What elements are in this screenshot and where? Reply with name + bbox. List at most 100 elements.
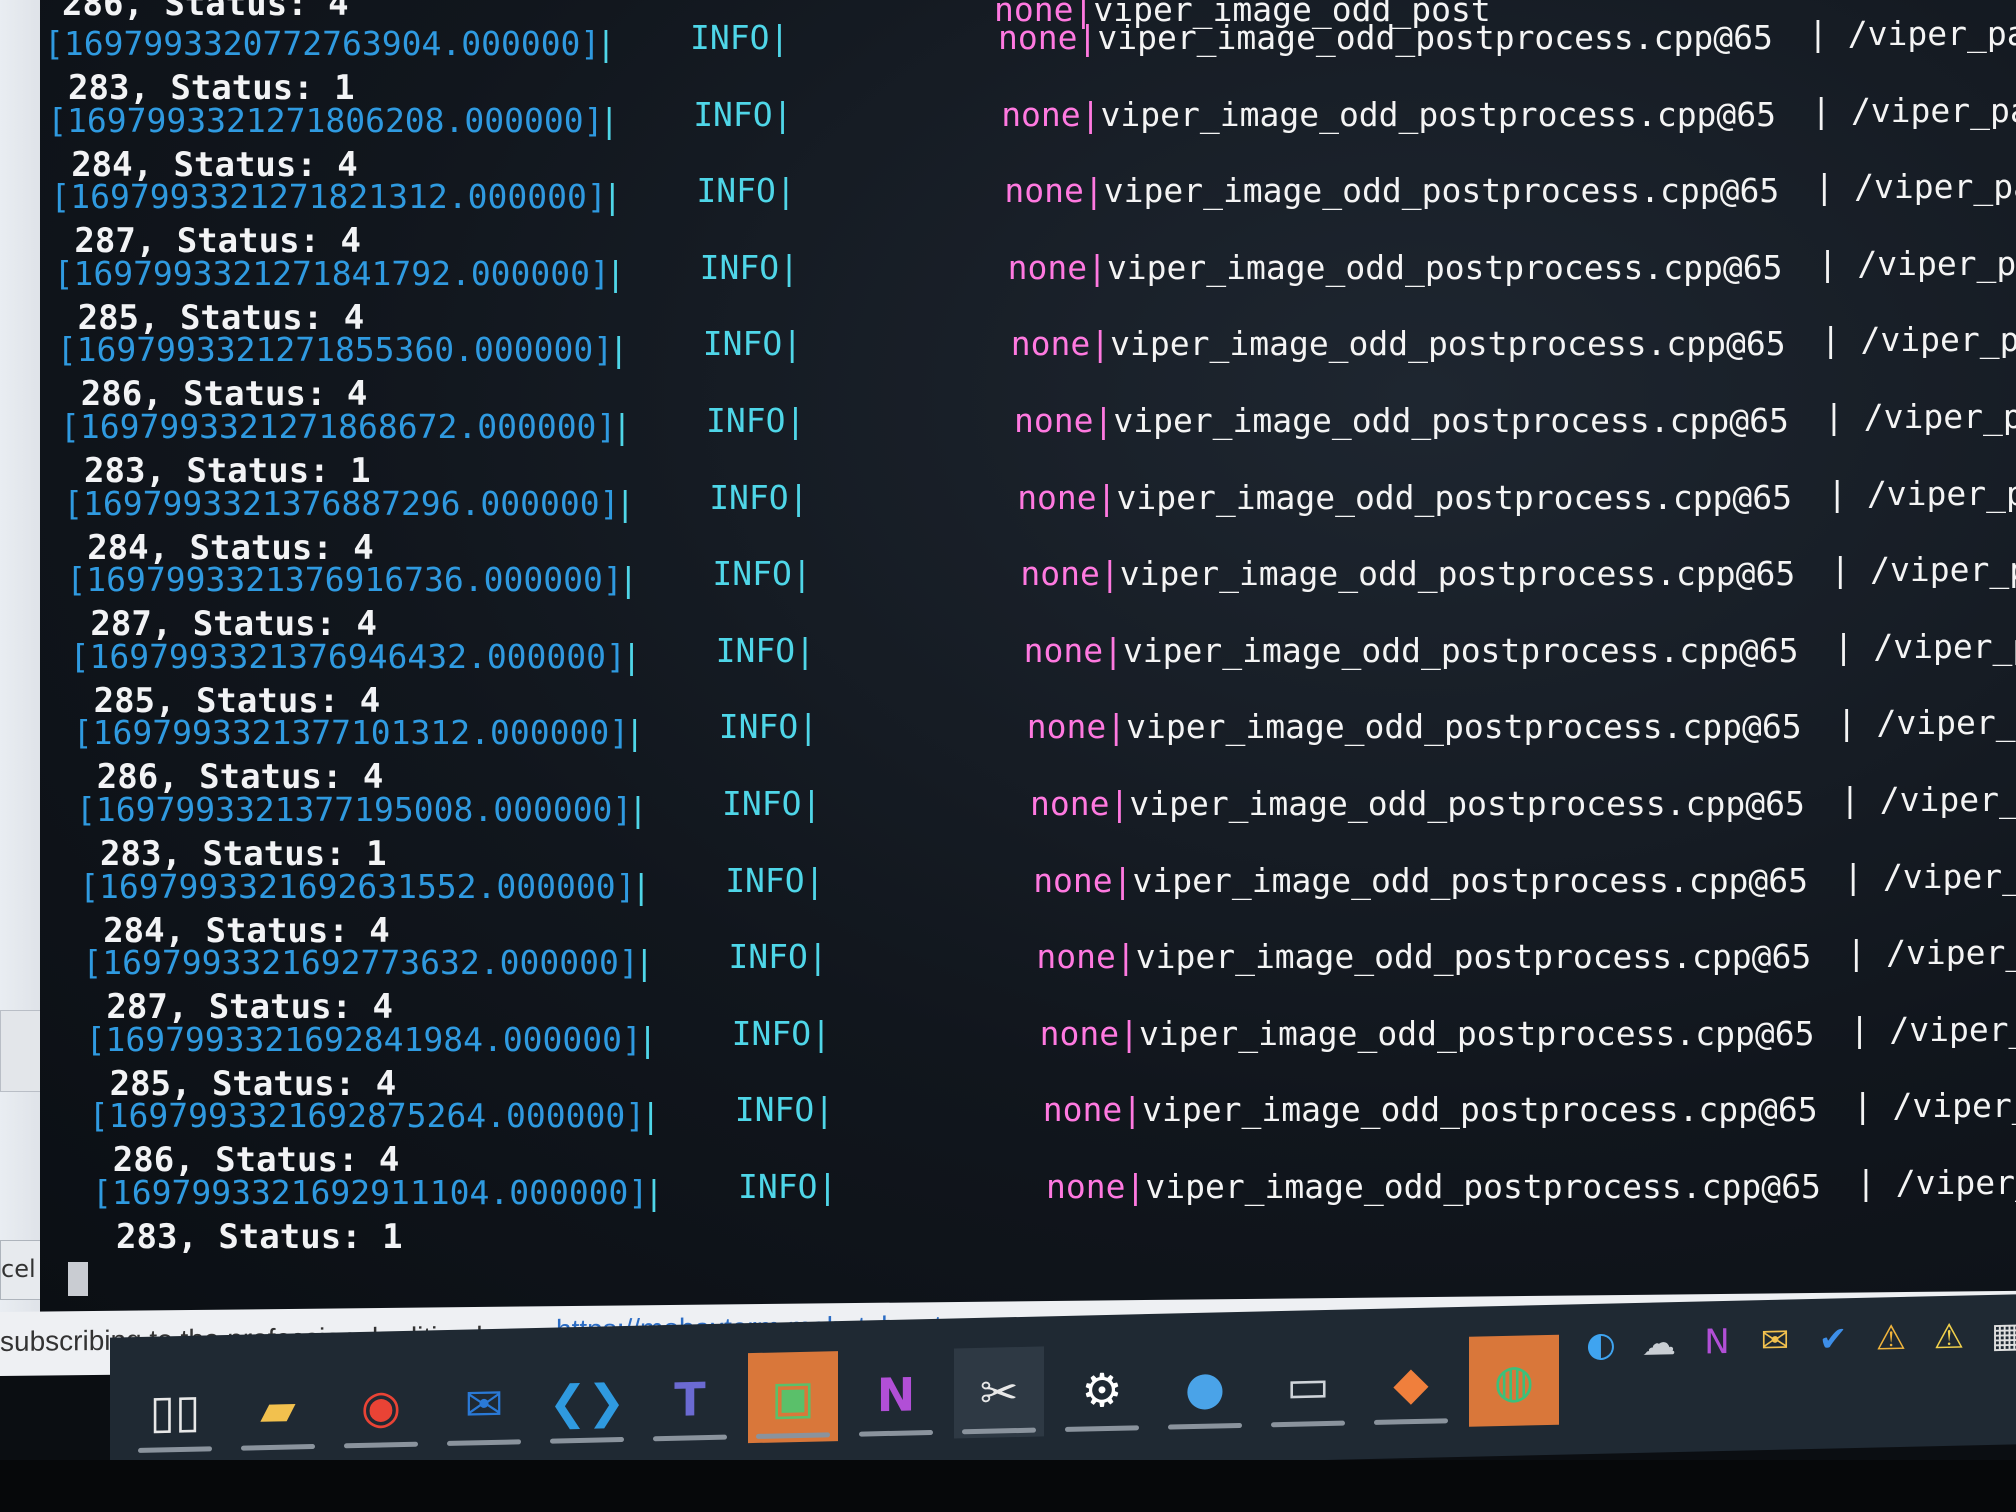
log-message: none|viper_image_odd_postprocess.cpp@65 [1024,631,1799,670]
settings-icon[interactable]: ⚙ [1057,1344,1147,1436]
log-row: [1697993321376887296.000000] | INFO| none|v… [40,474,2016,568]
network-warning-icon[interactable]: ⚠ [1870,1317,1912,1360]
onenote-icon[interactable]: N [851,1349,941,1441]
mail-icon[interactable]: ✉ [1754,1319,1796,1362]
onenote-tray-icon[interactable]: N [1696,1321,1738,1364]
log-file: viper_image_odd_postprocess.cpp@65 [1135,937,1812,977]
log-row: [1697993321692841984.000000] | INFO| none|v… [40,1010,2016,1104]
log-path: | /viper_ [1850,1010,2016,1049]
log-message: none|viper_image_odd_postprocess.cpp@65 [1033,861,1808,900]
mobaxterm-icon[interactable]: ◍ [1469,1334,1559,1427]
log-timestamp: [1697993320772763904.000000] [44,24,601,63]
log-row: [1697993321376946432.000000] | INFO| none|v… [40,627,2016,721]
log-separator: | [612,407,632,446]
log-file: viper_image_odd_postprocess.cpp@65 [1106,247,1783,287]
log-separator: | [634,943,655,983]
snipping-tool-icon[interactable]: ✂ [954,1346,1044,1439]
log-source: none| [1033,860,1133,900]
log-separator: | [637,1019,658,1059]
log-message: none|viper_image_odd_postprocess.cpp@65 [1043,1090,1818,1129]
log-source: none| [1023,630,1123,670]
log-row: [1697993321271841792.000000] | INFO| none|v… [40,244,2016,338]
vscode-icon[interactable]: ❮❯ [542,1356,632,1448]
log-timestamp: [1697993321692631552.000000] [79,866,636,906]
log-timestamp: [1697993321271841792.000000] [53,253,610,293]
log-file: viper_image_odd_postprocess.cpp@65 [1116,477,1793,517]
log-file: viper_image_odd_postprocess.cpp@65 [1145,1167,1821,1206]
log-level: INFO| [696,171,796,211]
log-path: | /viper_p [1830,550,2016,589]
log-file: viper_image_odd_postprocess.cpp@65 [1138,1013,1815,1053]
log-timestamp: [1697993321271806208.000000] [47,100,604,140]
chrome-icon[interactable]: ◉ [336,1360,426,1452]
log-level: INFO| [728,937,828,977]
log-separator: | [615,483,636,523]
onedrive-icon[interactable]: ☁ [1638,1322,1680,1365]
outlook-icon[interactable]: ✉ [439,1358,529,1450]
teams-icon[interactable]: T [645,1353,735,1445]
log-file: viper_image_odd_postprocess.cpp@65 [1100,94,1777,134]
log-path: | /viper_p [1843,857,2016,896]
task-view-icon[interactable]: ▯▯ [130,1365,220,1457]
tray-overflow-icon[interactable]: ▦ [1986,1314,2016,1357]
log-path: | /viper_pa [1818,244,2016,283]
log-source: none| [1036,937,1136,977]
terminal-output[interactable]: 286, Status: 4 none|viper_image_odd_post… [40,0,2016,1320]
log-level: INFO| [738,1167,838,1206]
log-source: none| [1014,401,1114,440]
log-message: none|viper_image_odd_postprocess.cpp@65 [1014,401,1789,440]
log-path-text: /viper_ [1886,933,2016,973]
log-level: INFO| [718,707,819,747]
log-file: viper_image_odd_postprocess.cpp@65 [1132,860,1809,900]
log-path-text: /viper_pa [1863,397,2016,436]
log-path-text: /viper_ [1892,1086,2016,1126]
log-path-text: /viper_ [1895,1163,2016,1202]
log-message: none|viper_image_odd_postprocess.cpp@65 [1027,707,1802,746]
log-row: [1697993321692911104.000000] | INFO| none|v… [40,1163,2016,1257]
log-path-text: /viper_p [1876,703,2016,743]
git-icon[interactable]: ◆ [1366,1337,1456,1429]
log-file: viper_image_odd_postprocess.cpp@65 [1122,630,1799,670]
app-circle-icon[interactable]: ● [1160,1342,1250,1434]
log-level: INFO| [722,784,822,823]
log-source: none| [1001,94,1101,134]
log-source: none| [1046,1167,1146,1206]
log-timestamp: [1697993321271855360.000000] [56,330,614,370]
log-row: [1697993321271868672.000000] | INFO| none|v… [40,397,2016,491]
log-path: | /viper_pa [1814,167,2016,206]
log-path-text: /viper_pa [1854,167,2016,207]
status-line: 283, Status: 1 [116,1217,403,1257]
defender-icon[interactable]: ✔ [1812,1318,1854,1361]
log-path: | /viper_p [1840,780,2016,819]
log-level: INFO| [712,554,812,594]
log-timestamp: [1697993321377195008.000000] [76,790,633,829]
log-row: [1697993321377195008.000000] | INFO| none|v… [40,780,2016,874]
log-row: [1697993321271821312.000000] | INFO| none|v… [40,167,2016,261]
log-separator: | [644,1173,664,1212]
log-path: | /viper_pa [1824,397,2016,436]
log-message: none|viper_image_odd_postprocess.cpp@65 [1020,554,1795,593]
log-level: INFO| [702,324,803,364]
remote-desktop-icon[interactable]: ▣ [748,1351,838,1444]
log-row: [1697993321377101312.000000] | INFO| none|v… [40,703,2016,797]
log-level: INFO| [715,630,815,670]
file-explorer-icon[interactable]: ▰ [233,1363,323,1455]
log-level: INFO| [731,1013,831,1053]
log-path: | /viper_p [1837,703,2016,742]
edge-icon[interactable]: ◐ [1580,1323,1622,1366]
log-level: INFO| [706,401,806,440]
terminal-icon[interactable]: ▭ [1263,1339,1353,1431]
log-separator: | [621,636,642,676]
log-message: none|viper_image_odd_postprocess.cpp@65 [1004,171,1779,210]
tray-warning-icon[interactable]: ⚠ [1928,1315,1970,1358]
log-message: none|viper_image_odd_postprocess.cpp@65 [1030,784,1805,823]
log-separator: | [599,100,620,140]
log-path-text: /viper_p [1866,473,2016,513]
log-path-text: /viper_pa [1860,320,2016,360]
log-level: INFO| [725,860,825,900]
log-path: | /viper_p [1834,627,2016,666]
status-line: 286, Status: 4 [62,0,349,24]
log-timestamp: [1697993321376916736.000000] [66,560,623,600]
log-separator: | [596,24,616,63]
log-level: INFO| [709,477,809,517]
